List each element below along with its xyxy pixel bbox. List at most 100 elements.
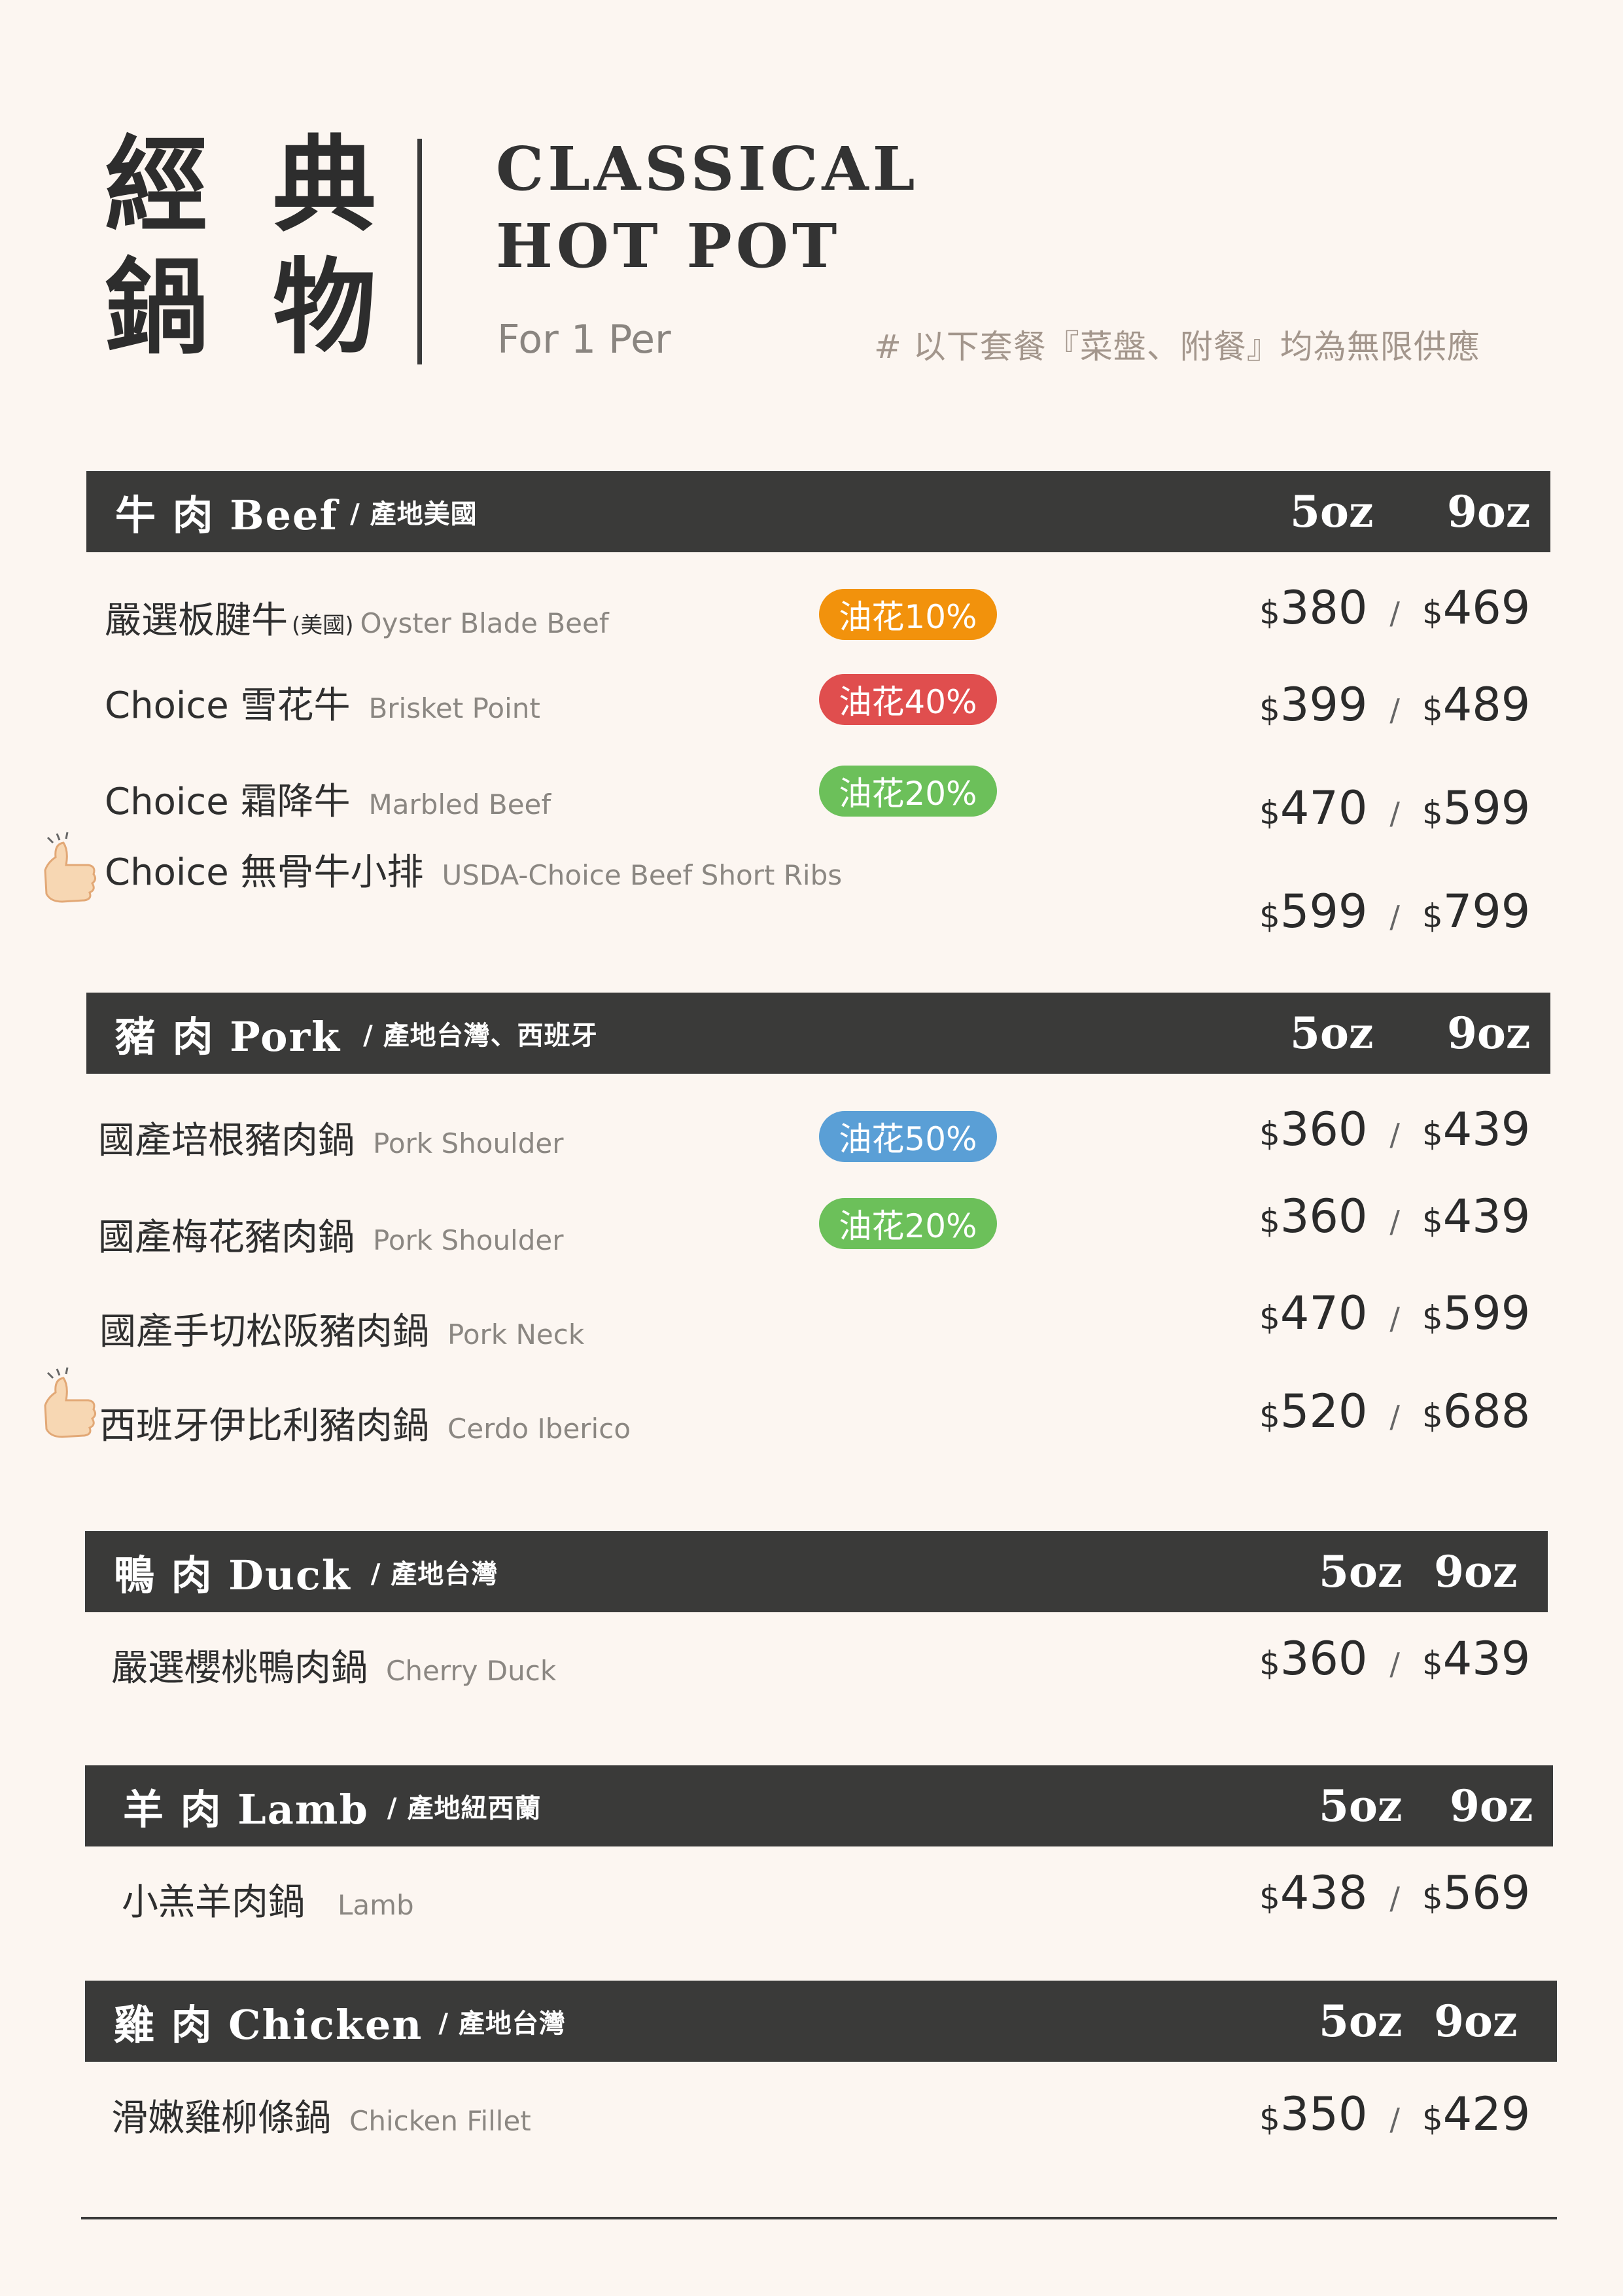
item-origin-tag: (美國) (292, 612, 354, 639)
item-name-en: Cherry Duck (386, 1655, 557, 1687)
item-name-en: USDA-Choice Beef Short Ribs (442, 859, 843, 891)
thumbs-up-icon (44, 832, 97, 903)
currency-symbol: $ (1422, 1202, 1443, 1240)
section-origin: / 產地台灣 (370, 1559, 498, 1589)
price-large: 439 (1442, 1190, 1531, 1243)
item-name-en: Pork Shoulder (373, 1127, 564, 1159)
item-name-cn: 國產梅花豬肉鍋 (98, 1216, 355, 1259)
section-title-text: 鴨 肉 Duck (114, 1551, 351, 1599)
size-small-header: 5oz (1290, 1008, 1374, 1059)
item-name-cn: 小羔羊肉鍋 (122, 1881, 305, 1924)
menu-item-name: 西班牙伊比利豬肉鍋 Cerdo Iberico (99, 1396, 631, 1449)
size-large-header: 9oz (1450, 1780, 1533, 1831)
price-small: 470 (1280, 781, 1368, 835)
currency-symbol: $ (1422, 593, 1443, 631)
price-separator: / (1389, 692, 1400, 728)
title-english-line1: CLASSICAL (496, 133, 919, 204)
currency-symbol: $ (1422, 2100, 1443, 2138)
currency-symbol: $ (1259, 1644, 1280, 1682)
item-name-cn: 國產培根豬肉鍋 (98, 1120, 355, 1162)
item-name-en: Brisket Point (368, 692, 540, 724)
currency-symbol: $ (1422, 794, 1443, 832)
menu-item-name: 國產梅花豬肉鍋 Pork Shoulder (98, 1208, 564, 1261)
price-separator: / (1389, 595, 1400, 631)
section-title-text: 牛 肉 Beef (115, 491, 339, 539)
price-small: 360 (1280, 1103, 1368, 1156)
price-large: 469 (1442, 581, 1531, 635)
currency-symbol: $ (1259, 1299, 1280, 1337)
price-large: 439 (1442, 1103, 1531, 1156)
title-english-line2: HOT POT (496, 211, 841, 281)
item-price: $470 / $599 (1259, 781, 1530, 835)
price-large: 799 (1442, 885, 1531, 938)
title-chinese-line2: 鍋 物 (105, 247, 391, 368)
section-title: 牛 肉 Beef / 產地美國 (115, 471, 478, 552)
currency-symbol: $ (1259, 1397, 1280, 1435)
menu-item-name: 國產手切松阪豬肉鍋 Pork Neck (99, 1302, 584, 1355)
currency-symbol: $ (1259, 1879, 1280, 1916)
section-bar-duck: 鴨 肉 Duck / 產地台灣 5oz 9oz (85, 1531, 1548, 1612)
section-origin: / 產地台灣、西班牙 (363, 1020, 598, 1051)
menu-item-name: 國產培根豬肉鍋 Pork Shoulder (98, 1111, 564, 1164)
item-name-cn: Choice 無骨牛小排 (105, 851, 424, 894)
item-name-en: Lamb (338, 1889, 414, 1921)
item-name-en: Oyster Blade Beef (360, 607, 609, 639)
menu-item-name: Choice 霜降牛 Marbled Beef (105, 772, 551, 825)
currency-symbol: $ (1422, 1115, 1443, 1153)
section-title-text: 豬 肉 Pork (115, 1013, 341, 1061)
size-large-header: 9oz (1434, 1996, 1518, 2047)
section-bar-beef: 牛 肉 Beef / 產地美國 5oz 9oz (86, 471, 1550, 552)
price-large: 599 (1442, 781, 1531, 835)
size-small-header: 5oz (1319, 1546, 1403, 1597)
price-separator: / (1389, 796, 1400, 831)
price-separator: / (1389, 1399, 1400, 1434)
title-chinese-line1: 經 典 (105, 125, 391, 246)
item-name-cn: Choice 霜降牛 (105, 781, 351, 823)
item-name-en: Pork Neck (447, 1318, 585, 1351)
marbling-badge: 油花20% (819, 766, 997, 817)
price-large: 489 (1442, 678, 1531, 732)
item-price: $470 / $599 (1259, 1286, 1530, 1340)
item-name-en: Cerdo Iberico (447, 1413, 631, 1445)
currency-symbol: $ (1259, 690, 1280, 728)
currency-symbol: $ (1422, 1397, 1443, 1435)
size-small-header: 5oz (1319, 1780, 1403, 1831)
price-separator: / (1389, 1204, 1400, 1239)
section-bar-lamb: 羊 肉 Lamb / 產地紐西蘭 5oz 9oz (85, 1765, 1553, 1846)
section-title: 鴨 肉 Duck / 產地台灣 (114, 1531, 498, 1612)
currency-symbol: $ (1259, 593, 1280, 631)
price-separator: / (1389, 1301, 1400, 1336)
size-small-header: 5oz (1319, 1996, 1403, 2047)
currency-symbol: $ (1259, 1202, 1280, 1240)
price-small: 380 (1280, 581, 1368, 635)
menu-item-name: 小羔羊肉鍋 Lamb (122, 1873, 414, 1926)
currency-symbol: $ (1259, 2100, 1280, 2138)
price-separator: / (1389, 1646, 1400, 1682)
item-price: $350 / $429 (1259, 2087, 1530, 2141)
price-small: 360 (1280, 1632, 1368, 1686)
item-price: $599 / $799 (1259, 885, 1530, 938)
price-large: 599 (1442, 1286, 1531, 1340)
price-small: 360 (1280, 1190, 1368, 1243)
item-name-en: Pork Shoulder (373, 1224, 564, 1256)
size-large-header: 9oz (1434, 1546, 1518, 1597)
currency-symbol: $ (1259, 794, 1280, 832)
marbling-badge: 油花40% (819, 674, 997, 725)
price-large: 688 (1442, 1385, 1531, 1438)
currency-symbol: $ (1422, 1879, 1443, 1916)
unlimited-note: # 以下套餐『菜盤、附餐』均為無限供應 (874, 328, 1480, 366)
section-bar-pork: 豬 肉 Pork / 產地台灣、西班牙 5oz 9oz (86, 993, 1550, 1074)
item-name-cn: 滑嫩雞柳條鍋 (111, 2097, 331, 2140)
item-price: $360 / $439 (1259, 1103, 1530, 1156)
price-small: 599 (1280, 885, 1368, 938)
price-small: 438 (1280, 1866, 1368, 1920)
item-name-cn: Choice 雪花牛 (105, 684, 351, 727)
marbling-badge: 油花10% (819, 589, 997, 640)
item-name-cn: 嚴選櫻桃鴨肉鍋 (111, 1647, 368, 1689)
section-title-text: 雞 肉 Chicken (114, 2001, 423, 2049)
item-name-cn: 嚴選板腱牛 (105, 599, 288, 642)
bottom-divider (81, 2217, 1557, 2219)
price-separator: / (1389, 899, 1400, 934)
size-large-header: 9oz (1447, 486, 1531, 537)
currency-symbol: $ (1259, 1115, 1280, 1153)
